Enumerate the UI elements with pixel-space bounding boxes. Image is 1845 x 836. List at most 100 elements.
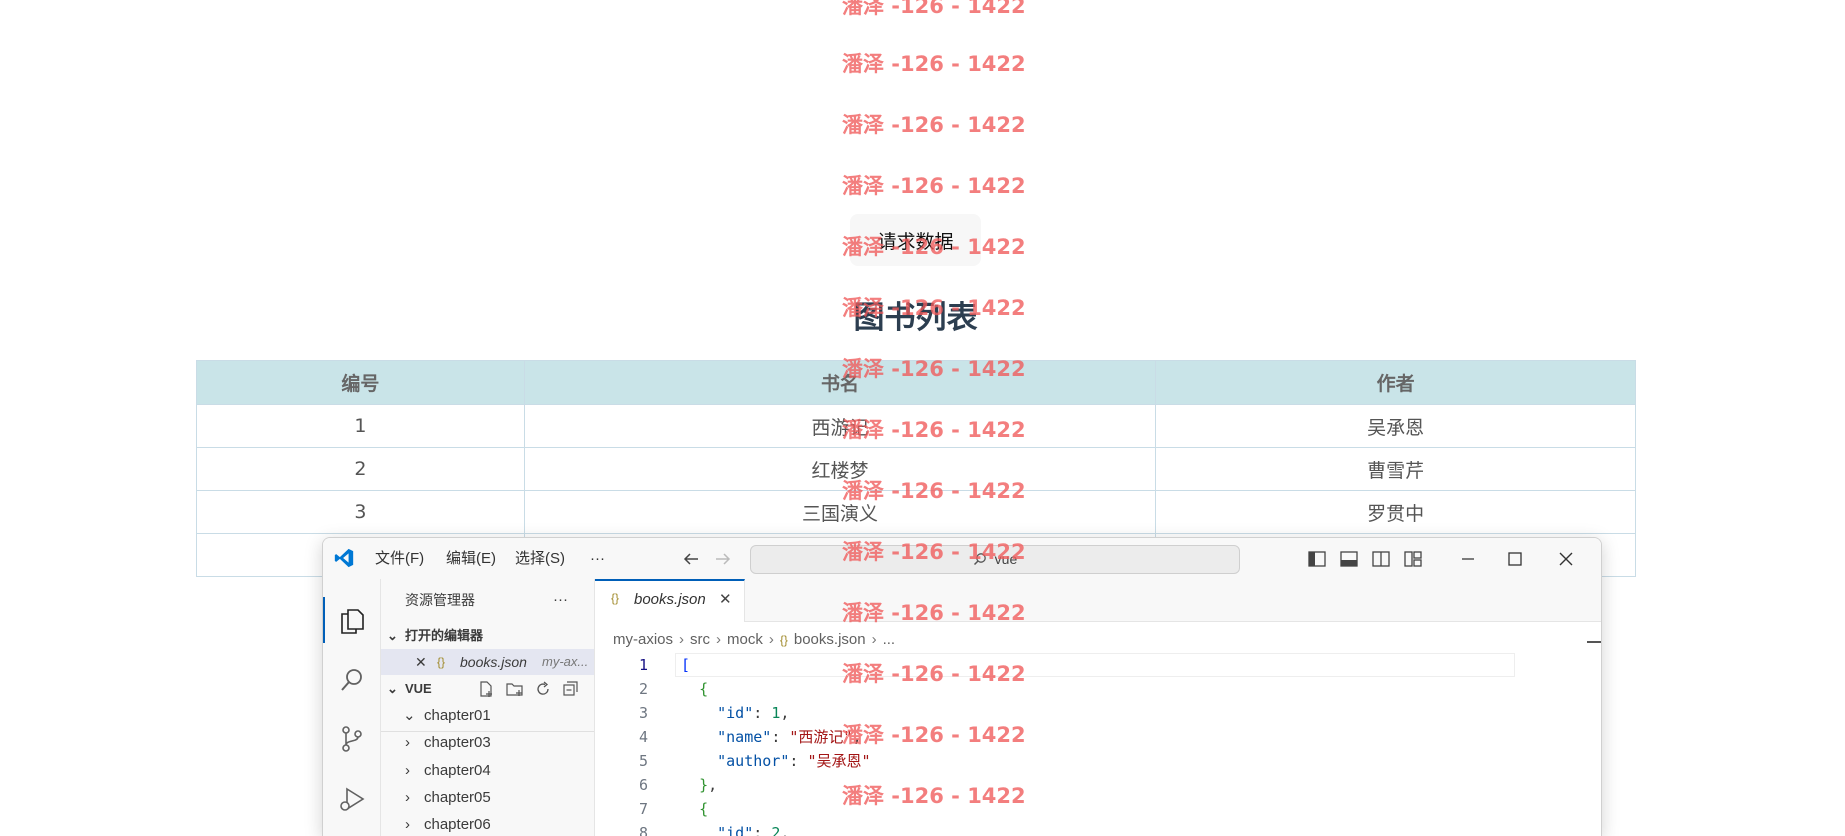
code-token: "西游记" <box>789 728 853 746</box>
chevron-right-icon: › <box>405 789 410 806</box>
table-cell: 1 <box>196 404 525 448</box>
table-cell: 三国演义 <box>523 490 1157 534</box>
folder-item[interactable]: › chapter05 <box>381 785 594 811</box>
back-arrow-icon[interactable] <box>680 548 702 570</box>
chevron-right-icon: › <box>679 631 685 648</box>
workspace-label: VUE <box>405 681 432 696</box>
menu-selection[interactable]: 选择(S) <box>515 538 565 579</box>
menu-file[interactable]: 文件(F) <box>375 538 424 579</box>
close-icon[interactable]: ✕ <box>719 590 732 608</box>
new-folder-icon[interactable] <box>505 680 525 698</box>
line-number: 4 <box>638 728 648 746</box>
tab-bar: {} books.json ✕ ··· <box>595 579 1601 622</box>
menu-more[interactable]: ··· <box>590 538 605 579</box>
chevron-down-icon: ⌄ <box>387 628 398 643</box>
menu-edit[interactable]: 编辑(E) <box>446 538 496 579</box>
chevron-right-icon: › <box>405 734 410 751</box>
tab-books-json[interactable]: {} books.json ✕ <box>595 579 745 622</box>
table-row: 2 红楼梦 曹雪芹 <box>196 447 1636 491</box>
watermark-text: 潘泽 -126 - 1422 <box>842 174 1026 198</box>
code-token: { <box>699 800 709 818</box>
code-line: { <box>681 797 708 821</box>
forward-arrow-icon[interactable] <box>712 548 734 570</box>
toggle-secondary-sidebar-icon[interactable] <box>1370 548 1392 570</box>
chevron-down-icon: ⌄ <box>387 681 398 696</box>
line-number: 3 <box>638 704 648 722</box>
folder-item[interactable]: › chapter03 <box>381 730 594 756</box>
json-file-icon: {} <box>779 633 788 647</box>
tab-label: books.json <box>634 591 706 608</box>
customize-layout-icon[interactable] <box>1402 548 1424 570</box>
code-token: } <box>699 776 709 794</box>
line-number: 5 <box>638 752 648 770</box>
line-number: 2 <box>638 680 648 698</box>
chevron-right-icon: › <box>716 631 722 648</box>
table-row: 1 西游记 吴承恩 <box>196 404 1636 448</box>
workspace-section[interactable]: ⌄ VUE <box>381 676 594 702</box>
table-row: 3 三国演义 罗贯中 <box>196 490 1636 534</box>
toggle-primary-sidebar-icon[interactable] <box>1306 548 1328 570</box>
scrollbar[interactable] <box>1587 641 1601 643</box>
code-editor[interactable]: 1 2 3 4 5 6 7 8 [ { "id": 1, "name": "西游… <box>595 641 1601 836</box>
code-line: "author": "吴承恩" <box>681 749 870 773</box>
watermark-text: 潘泽 -126 - 1422 <box>842 52 1026 76</box>
watermark-text: 潘泽 -126 - 1422 <box>842 0 1026 18</box>
folder-label: chapter01 <box>424 707 491 724</box>
current-line-highlight <box>675 653 1515 677</box>
breadcrumb-item[interactable]: books.json <box>794 631 866 648</box>
explorer-icon[interactable] <box>337 605 367 635</box>
breadcrumb-item[interactable]: mock <box>727 631 763 648</box>
editor-area: {} books.json ✕ ··· my-axios › src › mock › {}… <box>595 579 1601 836</box>
breadcrumb-item[interactable]: my-axios <box>613 631 673 648</box>
breadcrumb-item[interactable]: src <box>690 631 710 648</box>
explorer-more-button[interactable]: ··· <box>553 587 568 613</box>
folder-item[interactable]: › chapter06 <box>381 812 594 836</box>
source-control-icon[interactable] <box>337 724 367 754</box>
code-token: , <box>852 728 862 746</box>
json-file-icon: {} <box>437 655 446 669</box>
table-cell: 3 <box>196 490 525 534</box>
refresh-icon[interactable] <box>534 680 552 698</box>
code-token: : <box>753 704 772 722</box>
code-token: 2 <box>771 824 781 836</box>
run-debug-icon[interactable] <box>337 784 367 814</box>
close-window-icon[interactable] <box>1555 548 1577 570</box>
toggle-panel-icon[interactable] <box>1338 548 1360 570</box>
chevron-down-icon: ⌄ <box>403 707 416 724</box>
breadcrumb: my-axios › src › mock › {} books.json ›... <box>613 629 895 651</box>
watermark-text: 潘泽 -126 - 1422 <box>842 113 1026 137</box>
open-editors-label: 打开的编辑器 <box>405 628 484 643</box>
folder-item[interactable]: › chapter04 <box>381 758 594 784</box>
chevron-right-icon: › <box>405 762 410 779</box>
search-icon[interactable] <box>337 665 367 695</box>
folder-label: chapter05 <box>424 789 491 806</box>
code-token: 1 <box>771 704 781 722</box>
request-data-button[interactable]: 请求数据 <box>850 214 981 266</box>
search-text: vue <box>994 551 1018 567</box>
new-file-icon[interactable] <box>477 680 495 698</box>
command-center-search[interactable]: vue <box>750 545 1240 574</box>
code-line: "id": 1, <box>681 701 789 725</box>
breadcrumb-item[interactable]: ... <box>883 631 896 648</box>
folder-label: chapter03 <box>424 734 491 751</box>
code-token: : <box>753 824 772 836</box>
open-editor-item[interactable]: ✕ {} books.json my-ax... <box>381 649 594 675</box>
open-editors-section[interactable]: ⌄ 打开的编辑器 <box>381 623 594 649</box>
folder-item[interactable]: ⌄ chapter01 <box>381 703 594 729</box>
close-icon[interactable]: ✕ <box>415 649 427 675</box>
line-number: 6 <box>638 776 648 794</box>
minimize-icon[interactable] <box>1457 548 1479 570</box>
vscode-window: 文件(F) 编辑(E) 选择(S) ··· vue 资源管理器 ··· ⌄ 打开… <box>322 537 1602 836</box>
table-cell: 2 <box>196 447 525 491</box>
chevron-right-icon: › <box>405 816 410 833</box>
code-line: { <box>681 677 708 701</box>
open-file-path: my-ax... <box>542 654 589 669</box>
line-number: 8 <box>638 824 648 836</box>
code-token: "name" <box>717 728 772 746</box>
json-file-icon: {} <box>611 591 620 605</box>
table-cell: 吴承恩 <box>1155 404 1636 448</box>
open-file-name: books.json <box>460 654 527 670</box>
search-icon <box>973 553 986 566</box>
collapse-all-icon[interactable] <box>561 680 579 698</box>
maximize-icon[interactable] <box>1504 548 1526 570</box>
